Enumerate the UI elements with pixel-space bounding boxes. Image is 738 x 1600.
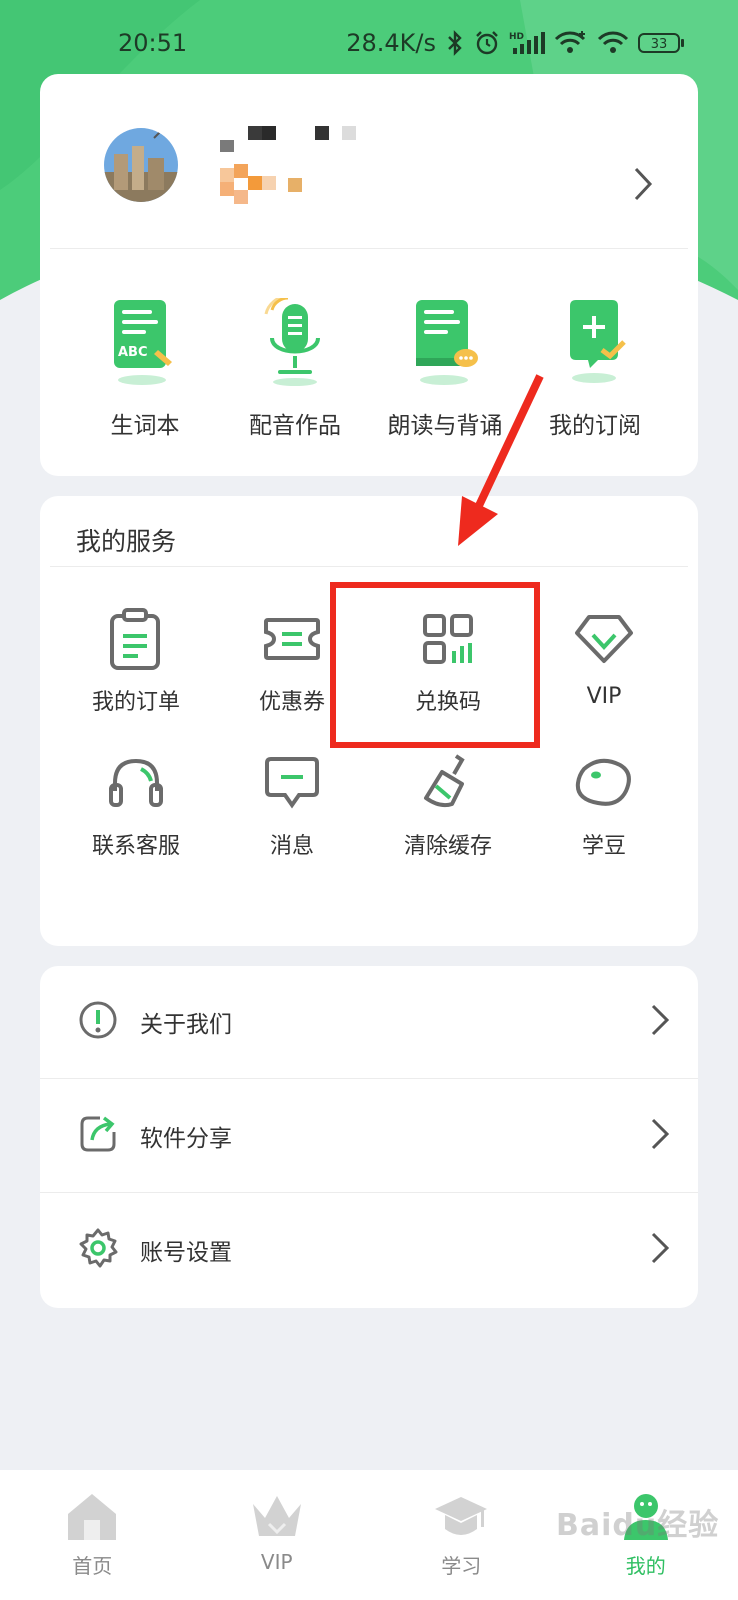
headset-icon [58, 750, 214, 816]
menu-share-app[interactable]: 软件分享 [40, 1080, 698, 1192]
message-icon [214, 750, 370, 816]
divider [50, 566, 688, 567]
gear-icon [78, 1228, 118, 1272]
nav-label: 首页 [72, 1554, 113, 1578]
menu-label: 关于我们 [140, 1012, 232, 1038]
nav-label: VIP [260, 1550, 293, 1574]
divider [50, 248, 688, 249]
section-title: 我的服务 [76, 527, 177, 556]
service-xuedou[interactable]: 学豆 [526, 750, 682, 860]
menu-label: 账号设置 [140, 1240, 232, 1266]
nav-study[interactable]: 学习 [369, 1470, 554, 1600]
menu-card: 关于我们 软件分享 账号设置 [40, 966, 698, 1308]
svg-text:ABC: ABC [118, 345, 148, 360]
wifi-icon [597, 30, 629, 56]
service-label: 消息 [269, 834, 314, 859]
service-label: 学豆 [581, 834, 626, 859]
bluetooth-icon [445, 30, 465, 56]
menu-label: 软件分享 [140, 1126, 232, 1152]
wifi-plus-icon [554, 30, 588, 56]
battery-icon: 33 [638, 31, 686, 55]
graduation-cap-icon [369, 1484, 554, 1548]
nav-label: 我的 [625, 1554, 666, 1578]
menu-about-us[interactable]: 关于我们 [40, 966, 698, 1078]
net-speed: 28.4K/s [346, 29, 436, 57]
service-label: VIP [586, 684, 622, 709]
profile-card[interactable]: ABC 生词本 配音作品 朗读与背诵 我的订阅 [40, 74, 698, 476]
watermark: Baidu经验 [556, 1508, 720, 1543]
annotation-arrow-icon [440, 370, 550, 554]
redacted-username [220, 124, 360, 218]
nav-vip[interactable]: VIP [185, 1470, 370, 1600]
annotation-highlight-box [330, 582, 540, 748]
avatar[interactable] [104, 128, 178, 202]
feature-label: 生词本 [110, 413, 180, 439]
diamond-icon [526, 606, 682, 672]
brush-icon [370, 750, 526, 816]
vocab-book-icon: ABC [70, 278, 220, 388]
svg-text:HD: HD [509, 32, 524, 42]
feature-row: ABC 生词本 配音作品 朗读与背诵 我的订阅 [40, 278, 698, 440]
feature-vocab-book[interactable]: ABC 生词本 [70, 278, 220, 440]
nav-home[interactable]: 首页 [0, 1470, 185, 1600]
nav-label: 学习 [441, 1554, 482, 1578]
hd-signal-icon: HD [509, 30, 545, 56]
chevron-right-icon [650, 1231, 670, 1269]
chevron-right-icon [650, 1003, 670, 1041]
divider [40, 1192, 698, 1193]
service-label: 联系客服 [91, 834, 180, 859]
menu-account-settings[interactable]: 账号设置 [40, 1194, 698, 1306]
svg-text:33: 33 [651, 37, 668, 52]
service-label: 清除缓存 [403, 834, 492, 859]
home-icon [0, 1484, 185, 1548]
service-label: 我的订单 [91, 690, 180, 715]
alarm-icon [474, 30, 500, 56]
chevron-right-icon[interactable] [632, 166, 654, 206]
crown-icon [185, 1484, 370, 1548]
feature-dubbing-works[interactable]: 配音作品 [220, 278, 370, 440]
chevron-right-icon [650, 1117, 670, 1155]
service-contact-support[interactable]: 联系客服 [58, 750, 214, 860]
microphone-icon [220, 278, 370, 388]
divider [40, 1078, 698, 1079]
service-messages[interactable]: 消息 [214, 750, 370, 860]
service-my-orders[interactable]: 我的订单 [58, 606, 214, 716]
status-time: 20:51 [118, 29, 188, 57]
info-icon [78, 1000, 118, 1044]
service-vip[interactable]: VIP [526, 606, 682, 716]
clipboard-icon [58, 606, 214, 672]
feature-label: 配音作品 [249, 413, 341, 439]
service-clear-cache[interactable]: 清除缓存 [370, 750, 526, 860]
share-icon [78, 1114, 118, 1158]
bean-icon [526, 750, 682, 816]
